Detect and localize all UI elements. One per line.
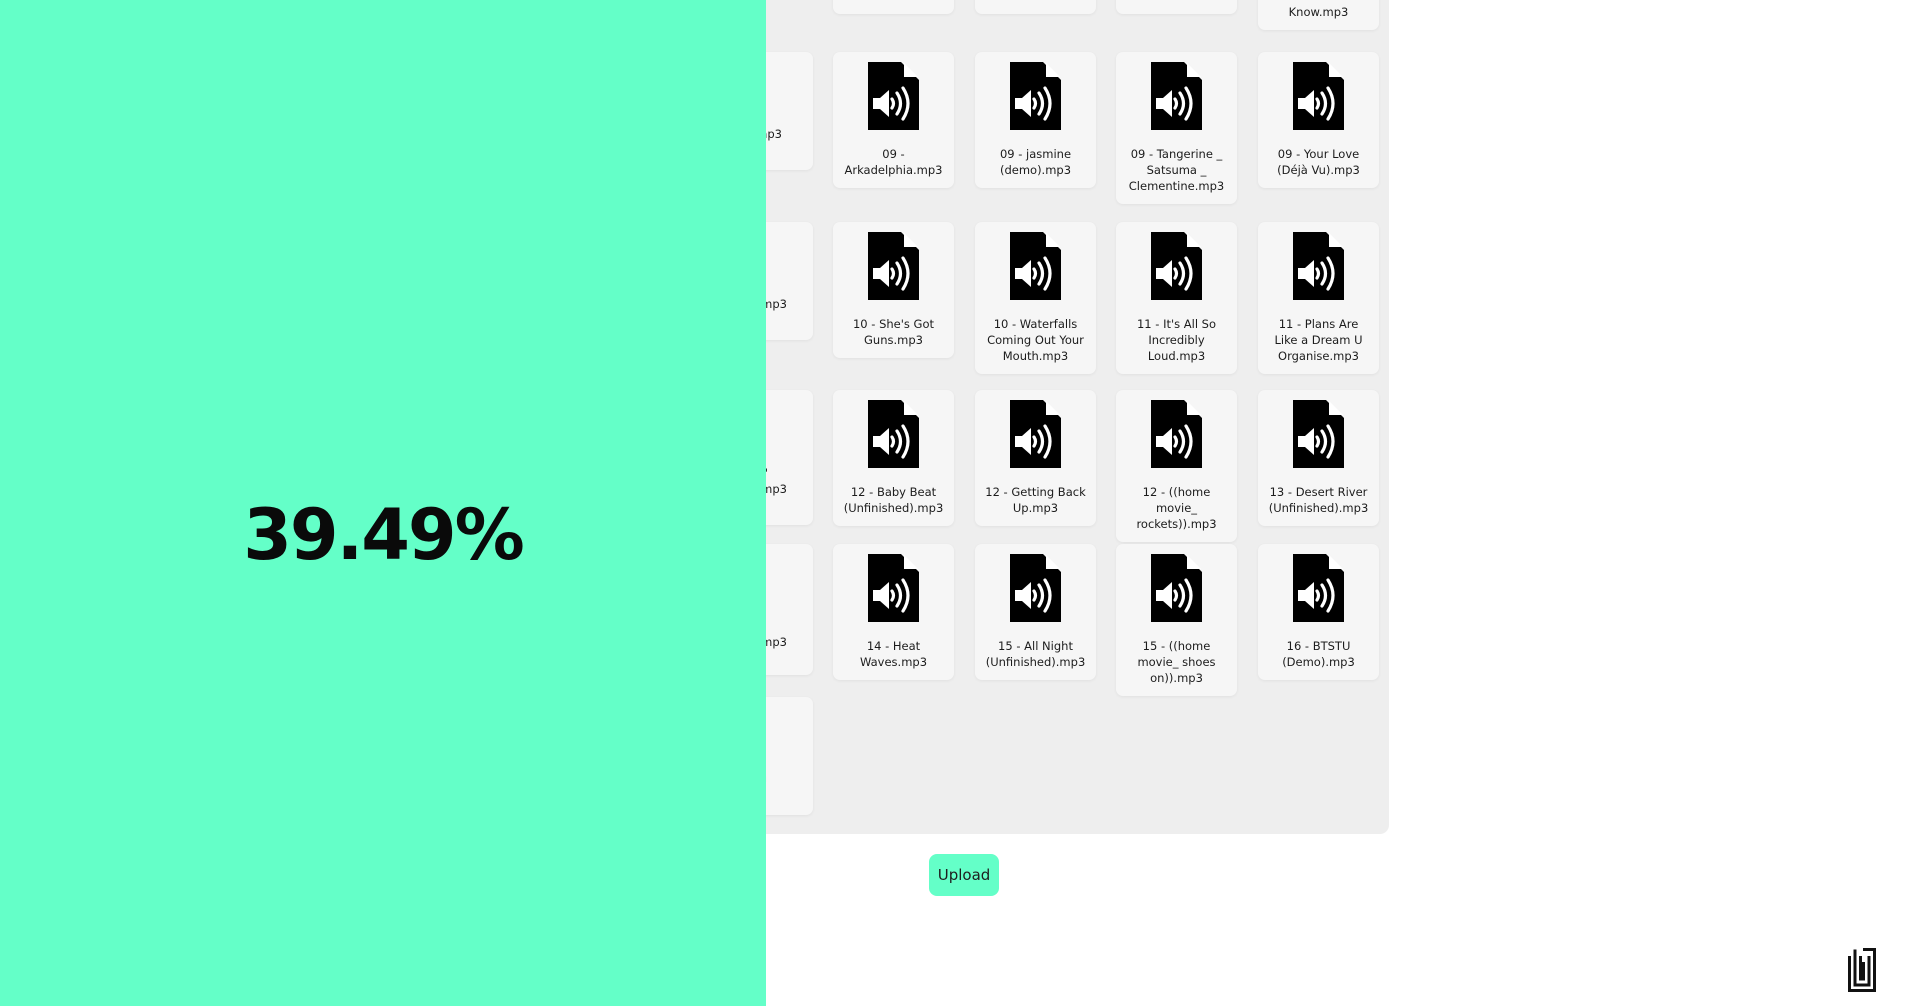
file-card[interactable]: 12 - Baby Beat (Unfinished).mp3 — [833, 390, 954, 526]
file-card[interactable]: 09 - jasmine (demo).mp3 — [975, 52, 1096, 188]
audio-file-icon — [1151, 400, 1202, 468]
audio-file-icon — [1151, 232, 1202, 300]
audio-file-icon — [1151, 62, 1202, 130]
audio-file-icon — [1010, 554, 1061, 622]
file-card[interactable]: 13 - Desert River (Unfinished).mp3 — [1258, 390, 1379, 526]
audio-file-icon — [1293, 400, 1344, 468]
file-name: 12 - Getting Back Up.mp3 — [985, 485, 1086, 515]
file-card[interactable]: 09 - Arkadelphia.mp3 — [833, 52, 954, 188]
file-name: 10 - Waterfalls Coming Out Your Mouth.mp… — [987, 317, 1084, 363]
audio-file-icon — [1293, 232, 1344, 300]
audio-file-icon — [868, 554, 919, 622]
file-card[interactable]: 11 - It's All So Incredibly Loud.mp3 — [1116, 222, 1237, 374]
file-card[interactable]: Know.mp3 — [1258, 0, 1379, 30]
file-card[interactable]: 15 - ((home movie_ shoes on)).mp3 — [1116, 544, 1237, 696]
audio-file-icon — [1293, 62, 1344, 130]
file-card[interactable]: 14 - Heat Waves.mp3 — [833, 544, 954, 680]
file-name: 13 - Desert River (Unfinished).mp3 — [1268, 485, 1369, 515]
file-name: 10 - She's Got Guns.mp3 — [852, 317, 935, 347]
file-card[interactable]: 11 - Plans Are Like a Dream U Organise.m… — [1258, 222, 1379, 374]
file-card[interactable]: 10 - Waterfalls Coming Out Your Mouth.mp… — [975, 222, 1096, 374]
audio-file-icon — [868, 62, 919, 130]
file-card[interactable]: 09 - Your Love (Déjà Vu).mp3 — [1258, 52, 1379, 188]
file-name: 09 - jasmine (demo).mp3 — [999, 147, 1072, 177]
file-card[interactable]: 12 - Getting Back Up.mp3 — [975, 390, 1096, 526]
audio-file-icon — [1293, 554, 1344, 622]
file-card[interactable] — [1116, 0, 1237, 14]
file-name: 15 - All Night (Unfinished).mp3 — [985, 639, 1086, 669]
file-name: 09 - Tangerine _ Satsuma _ Clementine.mp… — [1128, 147, 1225, 193]
audio-file-icon — [1010, 232, 1061, 300]
file-name: 11 - It's All So Incredibly Loud.mp3 — [1136, 317, 1217, 363]
file-card[interactable]: 09 - Tangerine _ Satsuma _ Clementine.mp… — [1116, 52, 1237, 204]
upload-progress-percentage: 39.49% — [243, 494, 525, 576]
audio-file-icon — [1010, 62, 1061, 130]
file-card[interactable] — [833, 0, 954, 14]
file-name: 15 - ((home movie_ shoes on)).mp3 — [1137, 639, 1216, 685]
audio-file-icon — [868, 400, 919, 468]
file-name: 09 - Arkadelphia.mp3 — [844, 147, 943, 177]
file-card[interactable]: 12 - ((home movie_ rockets)).mp3 — [1116, 390, 1237, 542]
file-name: Know.mp3 — [1288, 5, 1349, 19]
audio-file-icon — [1010, 400, 1061, 468]
file-name: 12 - ((home movie_ rockets)).mp3 — [1136, 485, 1217, 531]
audio-file-icon — [868, 232, 919, 300]
file-name: 16 - BTSTU (Demo).mp3 — [1282, 639, 1355, 669]
file-name: 09 - Your Love (Déjà Vu).mp3 — [1277, 147, 1360, 177]
file-card[interactable]: 16 - BTSTU (Demo).mp3 — [1258, 544, 1379, 680]
file-name: 11 - Plans Are Like a Dream U Organise.m… — [1274, 317, 1363, 363]
audio-file-icon — [1151, 554, 1202, 622]
upload-button[interactable]: Upload — [929, 854, 999, 896]
file-card[interactable] — [975, 0, 1096, 14]
brand-logo — [1848, 948, 1876, 992]
upload-progress-overlay: 39.49% — [0, 0, 766, 1006]
file-name: 14 - Heat Waves.mp3 — [859, 639, 928, 669]
file-card[interactable]: 10 - She's Got Guns.mp3 — [833, 222, 954, 358]
file-card[interactable]: 15 - All Night (Unfinished).mp3 — [975, 544, 1096, 680]
file-name: 12 - Baby Beat (Unfinished).mp3 — [843, 485, 944, 515]
